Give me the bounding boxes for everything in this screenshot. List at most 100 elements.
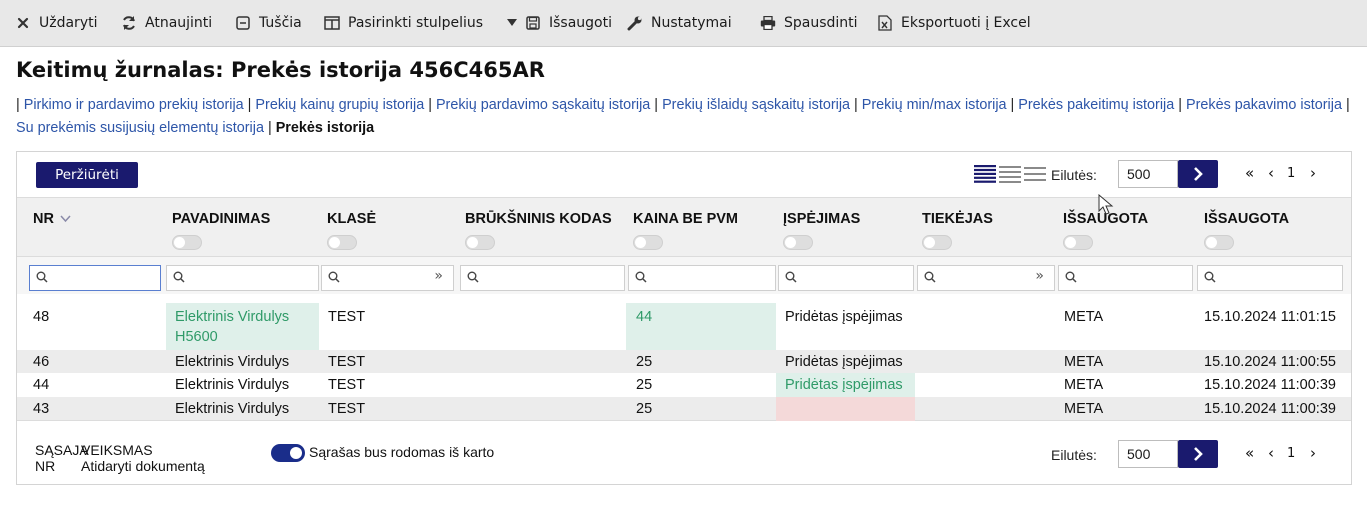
sort-chevron-down-icon — [60, 215, 71, 223]
footer-rows-per-page-label: Eilutės: — [1051, 447, 1097, 463]
warning-column-toggle[interactable] — [783, 235, 813, 250]
search-icon — [36, 271, 48, 283]
cell-class: TEST — [328, 309, 366, 325]
cell-nr: 44 — [33, 377, 50, 393]
export-excel-button[interactable]: Eksportuoti į Excel — [876, 10, 1031, 36]
filter-input-saved-at[interactable] — [1197, 265, 1343, 291]
cell-price: 44 — [636, 309, 653, 325]
print-label: Spausdinti — [784, 15, 858, 31]
save-label: Išsaugoti — [549, 15, 612, 31]
saved-at-column-toggle[interactable] — [1204, 235, 1234, 250]
footer-action-line1: VEIKSMAS — [81, 442, 153, 458]
print-button[interactable]: Spausdinti — [759, 10, 858, 36]
link-expense-invoice-history[interactable]: Prekių išlaidų sąskaitų istorija — [662, 97, 850, 113]
chevron-right-icon — [1194, 447, 1203, 461]
empty-icon — [234, 16, 252, 30]
cell-saved-at: 15.10.2024 11:01:15 — [1204, 309, 1336, 325]
footer-prev-page-button[interactable]: ‹ — [1268, 444, 1274, 462]
apply-rows-button[interactable] — [1178, 160, 1218, 188]
col-header-nr[interactable]: NR — [33, 211, 71, 227]
table-row[interactable]: 46 Elektrinis Virdulys TEST 25 Pridėtas … — [17, 350, 1351, 373]
current-history-link: Prekės istorija — [275, 120, 375, 136]
toolbar: Uždaryti Atnaujinti Tuščia Pasirinkti st… — [0, 0, 1367, 47]
footer-action-label: VEIKSMAS Atidaryti dokumentą — [81, 442, 205, 474]
table-row[interactable]: 44 Elektrinis Virdulys TEST 25 Pridėtas … — [17, 373, 1351, 397]
col-header-name[interactable]: PAVADINIMAS — [172, 211, 270, 227]
save-button[interactable]: Išsaugoti — [524, 10, 612, 36]
chevron-double-right-icon[interactable]: » — [434, 268, 443, 284]
table-row[interactable]: 43 Elektrinis Virdulys TEST 25 META 15.1… — [17, 397, 1351, 421]
filter-input-class[interactable]: » — [321, 265, 454, 291]
view-button[interactable]: Peržiūrėti — [36, 162, 138, 188]
saved-by-column-toggle[interactable] — [1063, 235, 1093, 250]
cell-price: 25 — [636, 354, 653, 370]
rows-per-page-label: Eilutės: — [1051, 167, 1097, 183]
link-related-elements-history[interactable]: Su prekėmis susijusių elementų istorija — [16, 120, 264, 136]
first-page-button[interactable]: « — [1245, 164, 1254, 182]
prev-page-button[interactable]: ‹ — [1268, 164, 1274, 182]
filter-row: » » — [17, 257, 1351, 294]
col-header-warning[interactable]: ĮSPĖJIMAS — [783, 211, 860, 227]
cell-name-line2[interactable]: H5600 — [175, 328, 218, 347]
history-table-panel: Peržiūrėti Eilutės: 500 « ‹ 1 › NR PAVAD… — [16, 151, 1352, 485]
footer-rows-per-page-input[interactable]: 500 — [1118, 440, 1178, 468]
show-list-immediately-toggle[interactable] — [271, 444, 305, 462]
settings-button[interactable]: Nustatymai — [626, 10, 732, 36]
density-normal-icon[interactable] — [999, 165, 1021, 183]
table-row[interactable]: 48 Elektrinis Virdulys H5600 TEST 44 Pri… — [17, 303, 1351, 350]
filter-input-name[interactable] — [166, 265, 319, 291]
link-replacement-history[interactable]: Prekės pakeitimų istorija — [1018, 97, 1174, 113]
mouse-cursor-icon — [1098, 194, 1114, 215]
refresh-icon — [120, 15, 138, 31]
name-column-toggle[interactable] — [172, 235, 202, 250]
refresh-button[interactable]: Atnaujinti — [120, 10, 212, 36]
filter-input-warning[interactable] — [778, 265, 914, 291]
filter-input-supplier[interactable]: » — [917, 265, 1055, 291]
cell-warning: Pridėtas įspėjimas — [785, 354, 903, 370]
close-icon — [14, 17, 32, 29]
close-button[interactable]: Uždaryti — [14, 10, 97, 36]
price-column-toggle[interactable] — [633, 235, 663, 250]
search-icon — [1065, 271, 1077, 283]
cell-name: Elektrinis Virdulys — [175, 401, 290, 417]
wrench-icon — [626, 15, 644, 31]
cell-nr: 46 — [33, 354, 50, 370]
chevron-double-right-icon[interactable]: » — [1035, 268, 1044, 284]
select-columns-label: Pasirinkti stulpelius — [348, 15, 484, 31]
select-columns-button[interactable]: Pasirinkti stulpelius — [323, 10, 483, 36]
footer-apply-rows-button[interactable] — [1178, 440, 1218, 468]
filter-input-barcode[interactable] — [460, 265, 625, 291]
link-purchase-sales-history[interactable]: Pirkimo ir pardavimo prekių istorija — [24, 97, 244, 113]
table-header: NR PAVADINIMAS KLASĖ BRŪKŠNINIS KODAS KA… — [17, 194, 1351, 257]
page-number: 1 — [1287, 166, 1296, 181]
class-column-toggle[interactable] — [327, 235, 357, 250]
col-header-class[interactable]: KLASĖ — [327, 211, 376, 227]
col-header-barcode[interactable]: BRŪKŠNINIS KODAS — [465, 211, 612, 227]
col-header-saved-at[interactable]: IŠSAUGOTA — [1204, 211, 1289, 227]
cell-name-line1[interactable]: Elektrinis Virdulys — [175, 308, 289, 327]
columns-dropdown-toggle[interactable] — [503, 10, 521, 36]
cell-saved-by: META — [1064, 309, 1104, 325]
link-packaging-history[interactable]: Prekės pakavimo istorija — [1186, 97, 1342, 113]
footer-action-line2[interactable]: Atidaryti dokumentą — [81, 458, 205, 474]
next-page-button[interactable]: › — [1310, 164, 1316, 182]
link-minmax-history[interactable]: Prekių min/max istorija — [862, 97, 1007, 113]
supplier-column-toggle[interactable] — [922, 235, 952, 250]
col-header-price[interactable]: KAINA BE PVM — [633, 211, 738, 227]
density-compact-icon[interactable] — [974, 165, 996, 183]
empty-button[interactable]: Tuščia — [234, 10, 302, 36]
filter-input-saved-by[interactable] — [1058, 265, 1193, 291]
close-label: Uždaryti — [39, 15, 98, 31]
footer-next-page-button[interactable]: › — [1310, 444, 1316, 462]
link-sales-invoice-history[interactable]: Prekių pardavimo sąskaitų istorija — [436, 97, 650, 113]
cell-saved-by: META — [1064, 354, 1104, 370]
rows-per-page-input[interactable]: 500 — [1118, 160, 1178, 188]
refresh-label: Atnaujinti — [145, 15, 213, 31]
barcode-column-toggle[interactable] — [465, 235, 495, 250]
footer-first-page-button[interactable]: « — [1245, 444, 1254, 462]
filter-input-price[interactable] — [628, 265, 776, 291]
link-price-group-history[interactable]: Prekių kainų grupių istorija — [255, 97, 424, 113]
col-header-supplier[interactable]: TIEKĖJAS — [922, 211, 993, 227]
filter-input-nr[interactable] — [29, 265, 161, 291]
density-wide-icon[interactable] — [1024, 165, 1046, 183]
